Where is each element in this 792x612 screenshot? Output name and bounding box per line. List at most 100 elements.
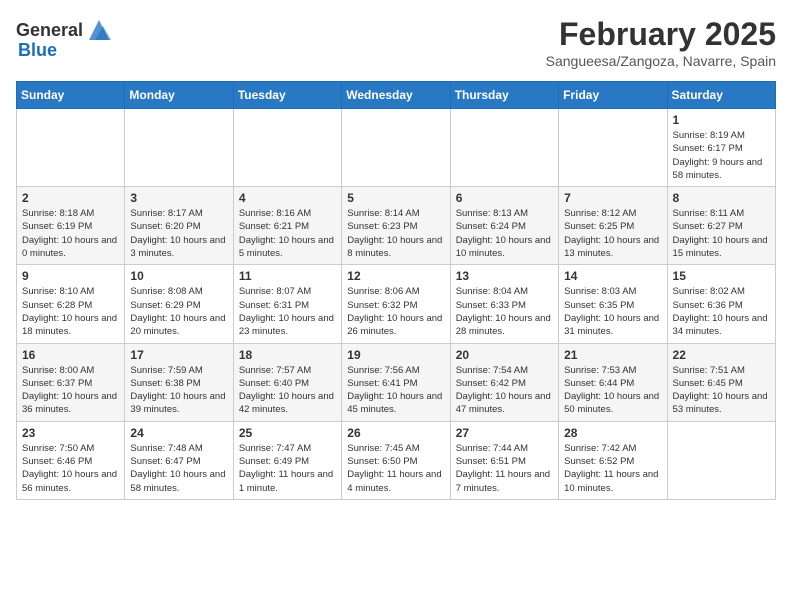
day-number: 1 (673, 113, 770, 127)
day-number: 24 (130, 426, 227, 440)
day-info: Sunrise: 7:44 AM Sunset: 6:51 PM Dayligh… (456, 442, 553, 495)
calendar-cell: 11Sunrise: 8:07 AM Sunset: 6:31 PM Dayli… (233, 265, 341, 343)
day-number: 23 (22, 426, 119, 440)
day-number: 14 (564, 269, 661, 283)
title-area: February 2025 Sangueesa/Zangoza, Navarre… (546, 16, 776, 69)
day-info: Sunrise: 7:56 AM Sunset: 6:41 PM Dayligh… (347, 364, 444, 417)
calendar-cell: 28 Sunrise: 7:42 AM Sunset: 6:52 PM Dayli… (559, 421, 667, 499)
calendar-cell: 10 Sunrise: 8:08 AM Sunset: 6:29 PM Dayli… (125, 265, 233, 343)
day-number: 11 (239, 269, 336, 283)
calendar-cell: 8 Sunrise: 8:11 AM Sunset: 6:27 PM Daylig… (667, 187, 775, 265)
calendar-week-row: 1 Sunrise: 8:19 AM Sunset: 6:17 PM Daylig… (17, 109, 776, 187)
day-info: Sunrise: 7:59 AM Sunset: 6:38 PM Dayligh… (130, 364, 227, 417)
weekday-header-row: SundayMondayTuesdayWednesdayThursdayFrid… (17, 82, 776, 109)
day-number: 5 (347, 191, 444, 205)
day-number: 25 (239, 426, 336, 440)
calendar-cell: 14Sunrise: 8:03 AM Sunset: 6:35 PM Dayli… (559, 265, 667, 343)
day-number: 12 (347, 269, 444, 283)
header: General Blue February 2025 Sangueesa/Zan… (16, 16, 776, 69)
day-info: Sunrise: 8:02 AM Sunset: 6:36 PM Dayligh… (673, 285, 770, 338)
calendar-cell (125, 109, 233, 187)
day-info: Sunrise: 7:48 AM Sunset: 6:47 PM Dayligh… (130, 442, 227, 495)
weekday-header-monday: Monday (125, 82, 233, 109)
calendar-cell: 20 Sunrise: 7:54 AM Sunset: 6:42 PM Dayli… (450, 343, 558, 421)
weekday-header-thursday: Thursday (450, 82, 558, 109)
day-info: Sunrise: 7:53 AM Sunset: 6:44 PM Dayligh… (564, 364, 661, 417)
day-number: 7 (564, 191, 661, 205)
day-number: 10 (130, 269, 227, 283)
day-number: 28 (564, 426, 661, 440)
day-info: Sunrise: 8:14 AM Sunset: 6:23 PM Dayligh… (347, 207, 444, 260)
day-info: Sunrise: 7:51 AM Sunset: 6:45 PM Dayligh… (673, 364, 770, 417)
logo-icon (85, 16, 113, 44)
logo: General Blue (16, 16, 113, 61)
calendar-cell: 19 Sunrise: 7:56 AM Sunset: 6:41 PM Dayli… (342, 343, 450, 421)
calendar-subtitle: Sangueesa/Zangoza, Navarre, Spain (546, 53, 776, 69)
day-info: Sunrise: 8:18 AM Sunset: 6:19 PM Dayligh… (22, 207, 119, 260)
calendar-cell: 23 Sunrise: 7:50 AM Sunset: 6:46 PM Dayli… (17, 421, 125, 499)
calendar-cell: 27 Sunrise: 7:44 AM Sunset: 6:51 PM Dayli… (450, 421, 558, 499)
calendar-cell (17, 109, 125, 187)
day-info: Sunrise: 8:08 AM Sunset: 6:29 PM Dayligh… (130, 285, 227, 338)
calendar-cell: 1 Sunrise: 8:19 AM Sunset: 6:17 PM Daylig… (667, 109, 775, 187)
calendar-week-row: 23 Sunrise: 7:50 AM Sunset: 6:46 PM Dayli… (17, 421, 776, 499)
day-info: Sunrise: 8:17 AM Sunset: 6:20 PM Dayligh… (130, 207, 227, 260)
calendar-cell: 3 Sunrise: 8:17 AM Sunset: 6:20 PM Daylig… (125, 187, 233, 265)
day-info: Sunrise: 8:11 AM Sunset: 6:27 PM Dayligh… (673, 207, 770, 260)
day-info: Sunrise: 7:45 AM Sunset: 6:50 PM Dayligh… (347, 442, 444, 495)
day-info: Sunrise: 7:42 AM Sunset: 6:52 PM Dayligh… (564, 442, 661, 495)
day-info: Sunrise: 8:10 AM Sunset: 6:28 PM Dayligh… (22, 285, 119, 338)
calendar-cell: 17 Sunrise: 7:59 AM Sunset: 6:38 PM Dayli… (125, 343, 233, 421)
calendar-cell: 9Sunrise: 8:10 AM Sunset: 6:28 PM Daylig… (17, 265, 125, 343)
calendar-cell (233, 109, 341, 187)
logo-blue-text: Blue (18, 40, 57, 61)
calendar-table: SundayMondayTuesdayWednesdayThursdayFrid… (16, 81, 776, 500)
weekday-header-friday: Friday (559, 82, 667, 109)
day-number: 22 (673, 348, 770, 362)
calendar-cell (559, 109, 667, 187)
day-info: Sunrise: 8:06 AM Sunset: 6:32 PM Dayligh… (347, 285, 444, 338)
day-number: 19 (347, 348, 444, 362)
day-info: Sunrise: 7:50 AM Sunset: 6:46 PM Dayligh… (22, 442, 119, 495)
day-number: 17 (130, 348, 227, 362)
calendar-cell: 22 Sunrise: 7:51 AM Sunset: 6:45 PM Dayli… (667, 343, 775, 421)
weekday-header-sunday: Sunday (17, 82, 125, 109)
day-number: 8 (673, 191, 770, 205)
day-number: 18 (239, 348, 336, 362)
calendar-cell: 24 Sunrise: 7:48 AM Sunset: 6:47 PM Dayli… (125, 421, 233, 499)
calendar-cell (450, 109, 558, 187)
logo-general-text: General (16, 20, 83, 41)
day-number: 3 (130, 191, 227, 205)
day-info: Sunrise: 8:16 AM Sunset: 6:21 PM Dayligh… (239, 207, 336, 260)
day-number: 15 (673, 269, 770, 283)
calendar-cell: 13Sunrise: 8:04 AM Sunset: 6:33 PM Dayli… (450, 265, 558, 343)
day-info: Sunrise: 8:00 AM Sunset: 6:37 PM Dayligh… (22, 364, 119, 417)
calendar-cell: 5 Sunrise: 8:14 AM Sunset: 6:23 PM Daylig… (342, 187, 450, 265)
weekday-header-tuesday: Tuesday (233, 82, 341, 109)
day-number: 20 (456, 348, 553, 362)
calendar-week-row: 9Sunrise: 8:10 AM Sunset: 6:28 PM Daylig… (17, 265, 776, 343)
day-info: Sunrise: 7:47 AM Sunset: 6:49 PM Dayligh… (239, 442, 336, 495)
day-number: 27 (456, 426, 553, 440)
calendar-cell: 2Sunrise: 8:18 AM Sunset: 6:19 PM Daylig… (17, 187, 125, 265)
calendar-cell: 7 Sunrise: 8:12 AM Sunset: 6:25 PM Daylig… (559, 187, 667, 265)
calendar-cell: 6Sunrise: 8:13 AM Sunset: 6:24 PM Daylig… (450, 187, 558, 265)
day-info: Sunrise: 7:57 AM Sunset: 6:40 PM Dayligh… (239, 364, 336, 417)
calendar-cell: 18 Sunrise: 7:57 AM Sunset: 6:40 PM Dayli… (233, 343, 341, 421)
calendar-cell: 15 Sunrise: 8:02 AM Sunset: 6:36 PM Dayli… (667, 265, 775, 343)
day-number: 26 (347, 426, 444, 440)
calendar-cell (667, 421, 775, 499)
day-number: 21 (564, 348, 661, 362)
calendar-cell: 21 Sunrise: 7:53 AM Sunset: 6:44 PM Dayli… (559, 343, 667, 421)
day-info: Sunrise: 8:12 AM Sunset: 6:25 PM Dayligh… (564, 207, 661, 260)
weekday-header-saturday: Saturday (667, 82, 775, 109)
calendar-cell: 12 Sunrise: 8:06 AM Sunset: 6:32 PM Dayli… (342, 265, 450, 343)
calendar-cell: 16 Sunrise: 8:00 AM Sunset: 6:37 PM Dayli… (17, 343, 125, 421)
calendar-cell: 4Sunrise: 8:16 AM Sunset: 6:21 PM Daylig… (233, 187, 341, 265)
calendar-cell (342, 109, 450, 187)
day-info: Sunrise: 8:19 AM Sunset: 6:17 PM Dayligh… (673, 129, 770, 182)
day-info: Sunrise: 8:04 AM Sunset: 6:33 PM Dayligh… (456, 285, 553, 338)
calendar-title: February 2025 (546, 16, 776, 53)
day-info: Sunrise: 7:54 AM Sunset: 6:42 PM Dayligh… (456, 364, 553, 417)
day-number: 16 (22, 348, 119, 362)
